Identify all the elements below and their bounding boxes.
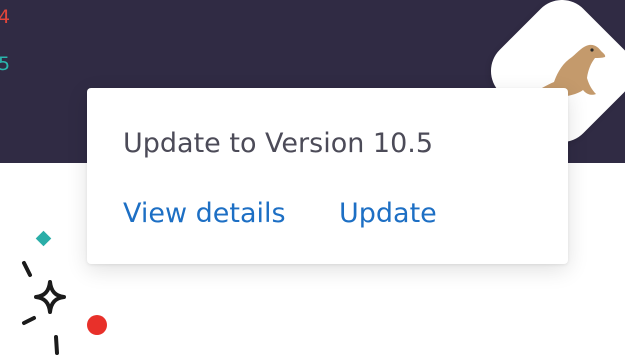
teal-diamond-shape — [35, 230, 52, 247]
red-dot-shape — [87, 315, 107, 335]
update-title: Update to Version 10.5 — [123, 128, 434, 159]
view-details-link[interactable]: View details — [123, 198, 286, 229]
edge-number-red: 4 — [0, 6, 11, 28]
confetti-stroke-left — [22, 316, 36, 325]
confetti-stroke-top — [22, 261, 32, 277]
update-link[interactable]: Update — [339, 198, 437, 229]
seal-eye-shape — [590, 48, 594, 52]
sparkle-icon — [34, 280, 66, 314]
update-card: Update to Version 10.5 View details Upda… — [87, 88, 568, 264]
confetti-stroke-bottom — [54, 335, 59, 355]
edge-number-teal: 5 — [0, 53, 11, 75]
page: 4 5 Update to Version 10.5 View details … — [0, 0, 625, 362]
